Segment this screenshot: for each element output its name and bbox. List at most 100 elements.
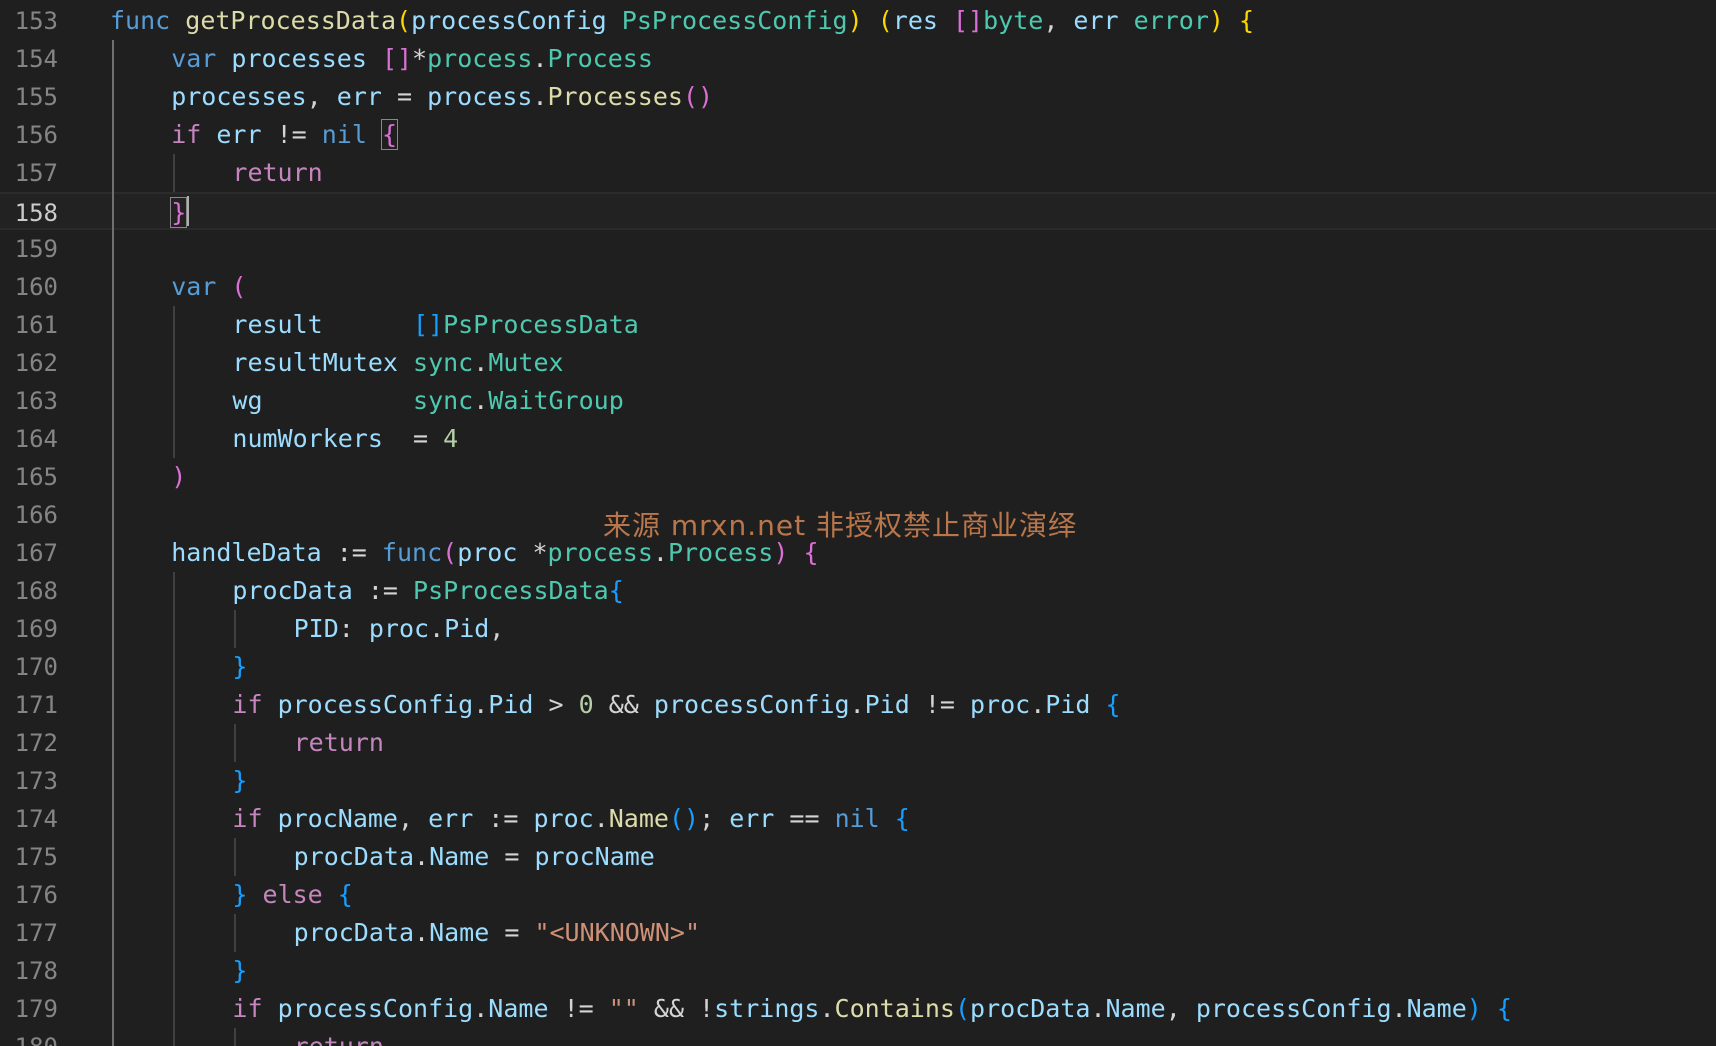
code-line[interactable]: 175 procData.Name = procName xyxy=(0,838,1716,876)
code-line[interactable]: 153 func getProcessData(processConfig PsP… xyxy=(0,2,1716,40)
code-text[interactable]: var ( xyxy=(171,268,246,306)
code-text[interactable]: } else { xyxy=(232,876,352,914)
line-number: 163 xyxy=(14,387,58,415)
code-line[interactable]: 157 return xyxy=(0,154,1716,192)
code-text[interactable]: func getProcessData(processConfig PsProc… xyxy=(110,2,1254,40)
code-line[interactable]: 167 handleData := func(proc *process.Proc… xyxy=(0,534,1716,572)
code-text[interactable]: procData.Name = procName xyxy=(294,838,655,876)
code-line[interactable]: 173} xyxy=(0,762,1716,800)
code-line[interactable]: 177 procData.Name = "<UNKNOWN>" xyxy=(0,914,1716,952)
code-line[interactable]: 169 PID: proc.Pid, xyxy=(0,610,1716,648)
code-line[interactable]: 172 return xyxy=(0,724,1716,762)
code-token: . xyxy=(1391,994,1407,1023)
line-number: 161 xyxy=(14,311,58,339)
code-token: else xyxy=(262,880,323,909)
code-text[interactable]: return xyxy=(232,154,322,192)
line-number: 168 xyxy=(14,577,58,605)
code-token: 4 xyxy=(443,424,459,453)
code-token: && ! xyxy=(638,994,715,1023)
code-text[interactable]: if processConfig.Name != "" && !strings.… xyxy=(232,990,1512,1028)
code-text[interactable]: procData := PsProcessData{ xyxy=(232,572,623,610)
line-number: 166 xyxy=(14,501,58,529)
code-text[interactable]: handleData := func(proc *process.Process… xyxy=(171,534,818,572)
code-token: if xyxy=(232,690,263,719)
indent-guide xyxy=(234,724,237,762)
code-text[interactable]: } xyxy=(232,648,247,686)
code-line[interactable]: 166 xyxy=(0,496,1716,534)
code-token: procData xyxy=(293,918,415,947)
line-number: 180 xyxy=(0,1028,58,1046)
code-token: ) xyxy=(171,462,187,491)
code-line[interactable]: 180 return xyxy=(0,1028,1716,1046)
code-line[interactable]: 174 if procName, err := proc.Name(); err … xyxy=(0,800,1716,838)
code-text[interactable]: } xyxy=(170,194,188,232)
code-text[interactable]: result []PsProcessData xyxy=(232,306,638,344)
code-token: * xyxy=(517,538,548,567)
code-text[interactable]: numWorkers = 4 xyxy=(232,420,458,458)
code-token: [] xyxy=(952,6,984,35)
code-line[interactable]: 165) xyxy=(0,458,1716,496)
code-text[interactable]: return xyxy=(294,1028,384,1046)
code-line[interactable]: 154 var processes []*process.Process xyxy=(0,40,1716,78)
code-text[interactable]: return xyxy=(294,724,384,762)
line-number: 156 xyxy=(14,121,58,149)
code-token: { xyxy=(337,880,353,909)
code-token: func xyxy=(110,6,171,35)
code-text[interactable]: } xyxy=(232,952,247,990)
code-text[interactable]: resultMutex sync.Mutex xyxy=(232,344,563,382)
code-line[interactable]: 159 xyxy=(0,230,1716,268)
code-line[interactable]: 176} else { xyxy=(0,876,1716,914)
code-token: result xyxy=(232,310,323,339)
code-line[interactable]: 163 wg sync.WaitGroup xyxy=(0,382,1716,420)
code-text[interactable]: procData.Name = "<UNKNOWN>" xyxy=(294,914,700,952)
line-number: 173 xyxy=(14,767,58,795)
code-line[interactable]: 161 result []PsProcessData xyxy=(0,306,1716,344)
code-token: PsProcessConfig xyxy=(621,6,848,35)
code-text[interactable]: if err != nil { xyxy=(171,116,399,154)
code-token: processConfig xyxy=(277,994,474,1023)
code-token: if xyxy=(232,994,263,1023)
code-token: Name xyxy=(1105,994,1166,1023)
code-text[interactable]: PID: proc.Pid, xyxy=(294,610,505,648)
code-line[interactable]: 162 resultMutex sync.Mutex xyxy=(0,344,1716,382)
code-editor[interactable]: 来源 mrxn.net 非授权禁止商业演绎 153 func getProcess… xyxy=(0,0,1716,1046)
code-text[interactable]: processes, err = process.Processes() xyxy=(171,78,713,116)
code-line[interactable]: 160 var ( xyxy=(0,268,1716,306)
code-line[interactable]: 178} xyxy=(0,952,1716,990)
code-line[interactable]: 168 procData := PsProcessData{ xyxy=(0,572,1716,610)
code-line[interactable]: 179 if processConfig.Name != "" && !strin… xyxy=(0,990,1716,1028)
code-token: Pid xyxy=(444,614,490,643)
code-token: processConfig xyxy=(653,690,850,719)
code-line[interactable]: 171 if processConfig.Pid > 0 && processCo… xyxy=(0,686,1716,724)
code-line[interactable]: 156 if err != nil { xyxy=(0,116,1716,154)
code-token: proc xyxy=(368,614,430,643)
code-text[interactable]: if processConfig.Pid > 0 && processConfi… xyxy=(232,686,1120,724)
line-number: 158 xyxy=(14,199,58,227)
code-token: , xyxy=(397,804,429,833)
line-number: 154 xyxy=(14,45,58,73)
code-token: } xyxy=(232,766,248,795)
code-line[interactable]: 170} xyxy=(0,648,1716,686)
code-token: Process xyxy=(667,538,774,567)
code-text[interactable]: } xyxy=(232,762,247,800)
code-token: proc xyxy=(457,538,518,567)
code-token: process xyxy=(427,44,533,73)
code-text[interactable]: wg sync.WaitGroup xyxy=(232,382,623,420)
code-line[interactable]: 158} xyxy=(0,192,1716,230)
code-line[interactable]: 155 processes, err = process.Processes() xyxy=(0,78,1716,116)
code-text[interactable]: ) xyxy=(171,458,186,496)
line-number: 153 xyxy=(14,7,58,35)
line-number: 162 xyxy=(14,349,58,377)
code-line[interactable]: 164 numWorkers = 4 xyxy=(0,420,1716,458)
code-token: { xyxy=(380,119,399,150)
code-text[interactable]: if procName, err := proc.Name(); err == … xyxy=(232,800,909,838)
code-token: = xyxy=(381,82,428,111)
code-text[interactable]: var processes []*process.Process xyxy=(171,40,653,78)
code-token: { xyxy=(894,804,910,833)
